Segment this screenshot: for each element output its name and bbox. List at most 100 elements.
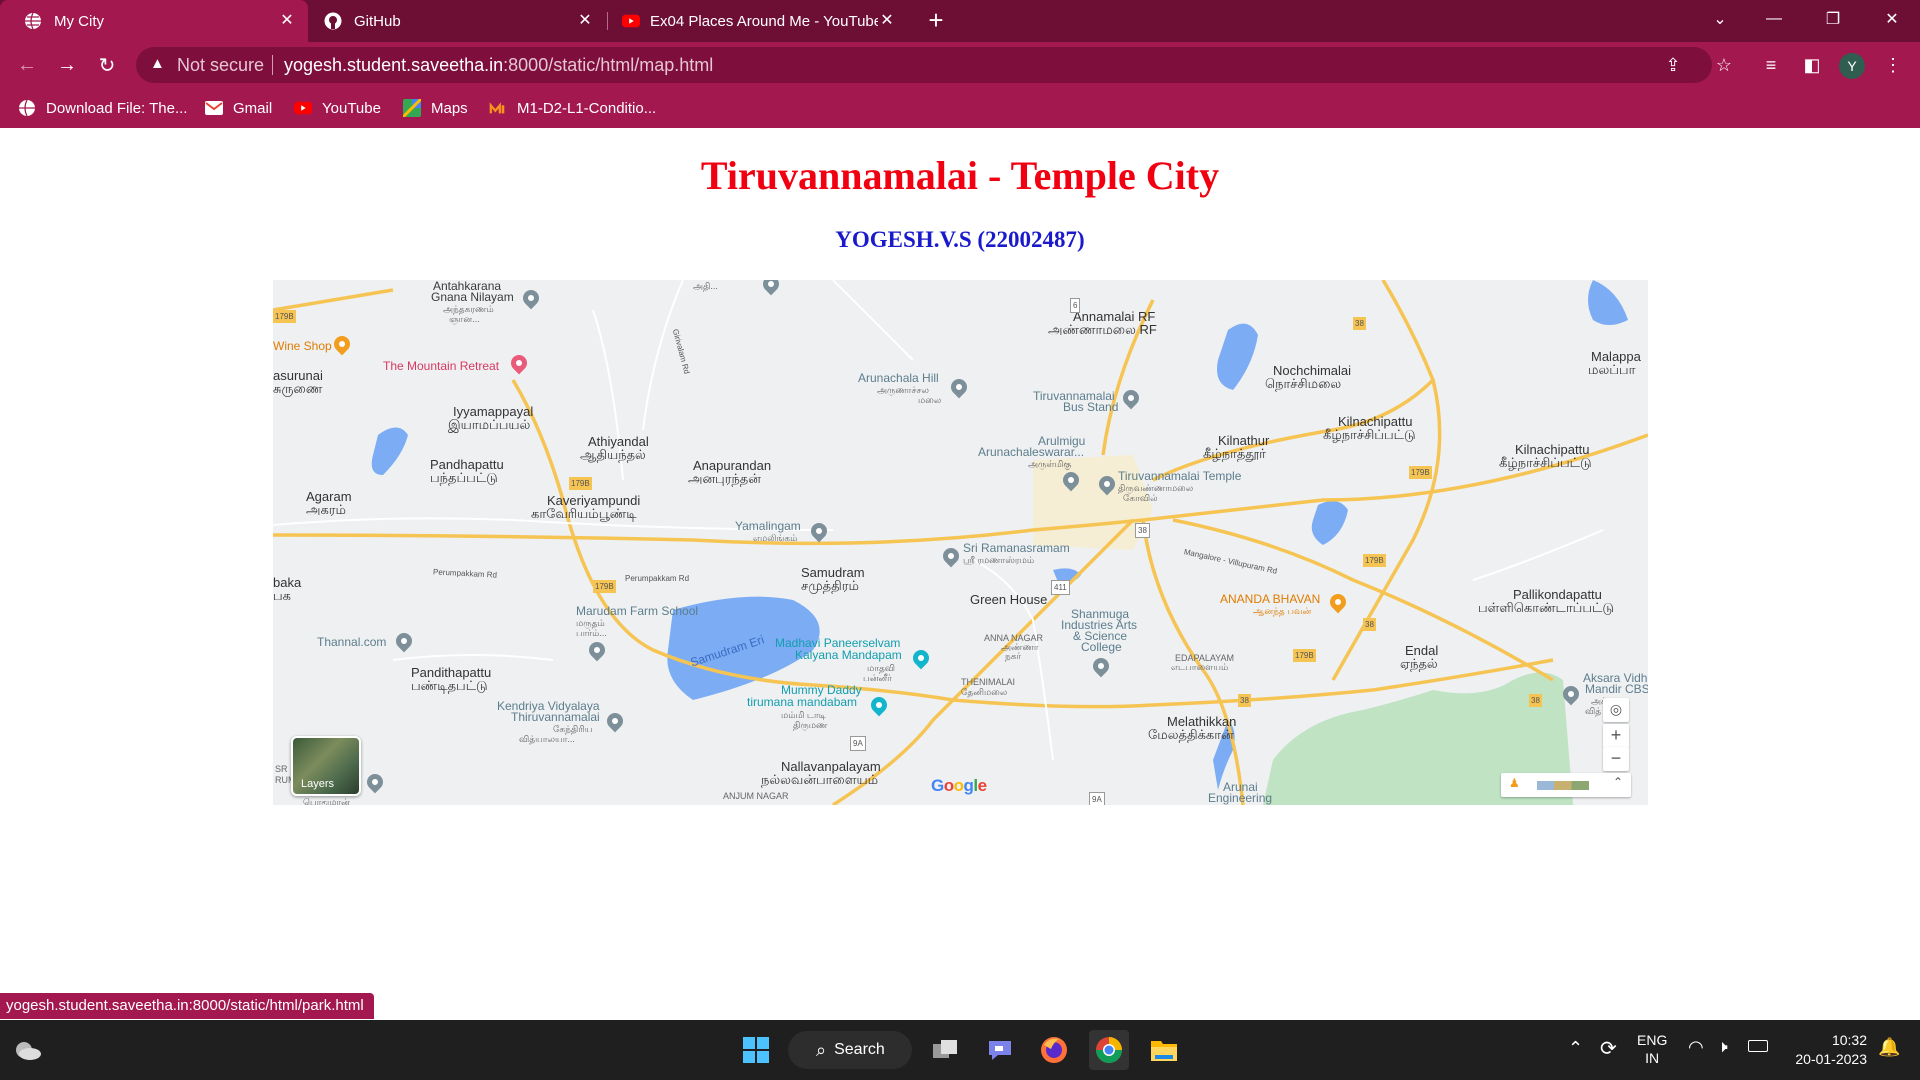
map-label: அனபுரந்தன் [688,471,761,486]
map-label: Kalyana Mandapam [795,648,902,662]
close-icon[interactable]: ✕ [576,12,594,30]
map-label: இயாமப்பயல் [448,417,531,432]
security-label[interactable]: Not secure [177,55,264,76]
my-location-button[interactable]: ◎ [1603,698,1629,722]
chrome-icon[interactable] [1089,1030,1129,1070]
avatar[interactable]: Y [1839,53,1865,79]
bookmark-label: Download File: The... [46,99,188,117]
battery-icon[interactable] [1748,1040,1768,1052]
bookmark-label: Maps [431,99,468,117]
search-icon: ⌕ [816,1039,827,1060]
windows-start-icon[interactable] [736,1030,776,1070]
map-label: ஆனந்த பவன் [1253,606,1312,616]
side-panel-icon[interactable]: ◧ [1797,50,1827,80]
youtube-icon [294,99,312,117]
search-label: Search [834,1041,885,1058]
lang-bottom: IN [1645,1050,1660,1066]
map-bottom-controls[interactable]: ♟ ⌃ [1501,773,1631,797]
language-indicator[interactable]: ENG IN [1637,1032,1667,1066]
pegman-icon[interactable]: ♟ [1509,776,1520,790]
firefox-icon[interactable] [1034,1030,1074,1070]
back-button[interactable]: ← [12,50,42,80]
bookmark-download-file[interactable]: Download File: The... [18,96,187,120]
share-icon[interactable]: ⇪ [1661,53,1685,77]
map-label: tirumana mandabam [747,695,858,709]
file-explorer-icon[interactable] [1144,1030,1184,1070]
new-tab-button[interactable]: + [922,6,950,36]
warning-icon[interactable]: ▲ [150,55,170,75]
address-bar[interactable]: ▲ Not secure yogesh.student.saveetha.in:… [136,47,1712,83]
tab-search-icon[interactable]: ⌄ [1692,0,1748,38]
globe-icon [18,99,36,117]
bookmark-star-icon[interactable]: ☆ [1709,50,1739,80]
task-view-icon[interactable] [925,1030,965,1070]
zoom-out-button[interactable]: − [1603,747,1629,771]
bookmark-label: M1-D2-L1-Conditio... [517,99,657,117]
zoom-in-button[interactable]: + [1603,724,1629,748]
road-badge: 38 [1135,523,1150,538]
road-badge: 179B [273,310,296,323]
road-badge: 179B [593,580,616,593]
weather-icon[interactable] [8,1030,48,1070]
sync-icon[interactable]: ⟳ [1600,1036,1617,1061]
volume-muted-icon[interactable]: 🕨 [1717,1037,1728,1057]
road-badge: 38 [1363,618,1376,631]
road-badge: 38 [1529,694,1542,707]
road-badge: 9A [850,736,866,751]
bookmark-label: Gmail [233,99,273,117]
map-label: Green House [970,592,1048,607]
bookmark-label: YouTube [322,99,381,117]
restore-button[interactable]: ❐ [1805,0,1861,38]
reload-button[interactable]: ↻ [92,50,122,80]
road-label: Perumpakkam Rd [625,574,690,583]
show-hidden-icons[interactable]: ⌃ [1568,1038,1583,1059]
embedded-map[interactable]: Antahkarana Gnana Nilayam அந்தகரணம் ஞான.… [273,280,1648,805]
map-label: சுருணை [273,381,323,396]
menu-icon[interactable]: ⋮ [1878,50,1908,80]
road-badge: 179B [1293,649,1316,662]
bookmark-m1[interactable]: M1-D2-L1-Conditio... [489,96,656,120]
url-host: yogesh.student.saveetha.in [284,55,504,75]
map-label: அருள்மிகு [1028,459,1072,469]
clock[interactable]: 10:32 20-01-2023 [1785,1032,1867,1067]
page-subtitle: YOGESH.V.S (22002487) [835,227,1085,252]
bookmark-youtube[interactable]: YouTube [294,96,381,120]
url-text[interactable]: yogesh.student.saveetha.in:8000/static/h… [284,55,713,76]
map-label: ஞான... [449,314,480,324]
map-label: அகரம் [306,502,346,517]
map-layers-button[interactable]: Layers [291,736,361,796]
tab-github[interactable]: GitHub ✕ [308,0,606,42]
road-badge: 179B [1363,554,1386,567]
teams-chat-icon[interactable] [980,1030,1020,1070]
bookmark-maps[interactable]: Maps [403,96,468,120]
close-icon[interactable]: ✕ [278,12,296,30]
map-label: Thannal.com [317,635,387,649]
tab-youtube[interactable]: Ex04 Places Around Me - YouTube ✕ [608,0,908,42]
map-label: கீழ்நாச்சிப்பட்டு [1499,455,1592,470]
map-label: பக [273,588,291,603]
map-label: தேனிமலை [961,687,1008,697]
close-window-button[interactable]: ✕ [1864,0,1920,38]
map-label: அதி... [693,281,718,291]
map-label: வித்யாலயா... [519,734,575,744]
google-logo: Google [931,776,987,795]
tab-my-city[interactable]: My City ✕ [0,0,308,42]
forward-button[interactable]: → [52,50,82,80]
map-label: பள்ளிகொண்டாப்பட்டு [1478,600,1614,615]
map-label: Engineering [1208,791,1273,805]
bookmark-gmail[interactable]: Gmail [205,96,272,120]
close-icon[interactable]: ✕ [878,12,896,30]
minimize-button[interactable]: — [1746,0,1802,38]
github-icon [324,12,342,30]
wifi-icon[interactable]: ◠ [1688,1037,1704,1058]
bookmarks-bar: Download File: The... Gmail YouTube Maps… [0,88,1920,128]
layers-label: Layers [301,778,335,790]
map-label: நொச்சிமலை [1265,376,1342,391]
taskbar-search[interactable]: ⌕ Search [788,1031,912,1069]
taskbar: ⌕ Search ⌃ ⟳ ENG IN ◠ 🕨 10:32 20-01-2023… [0,1020,1920,1080]
expand-icon[interactable]: ⌃ [1613,775,1623,789]
map-label: Wine Shop [273,339,332,353]
media-queue-icon[interactable]: ≡ [1756,50,1786,80]
imagery-thumbnails[interactable] [1537,781,1589,790]
notification-icon[interactable]: 🔔 [1878,1037,1900,1058]
